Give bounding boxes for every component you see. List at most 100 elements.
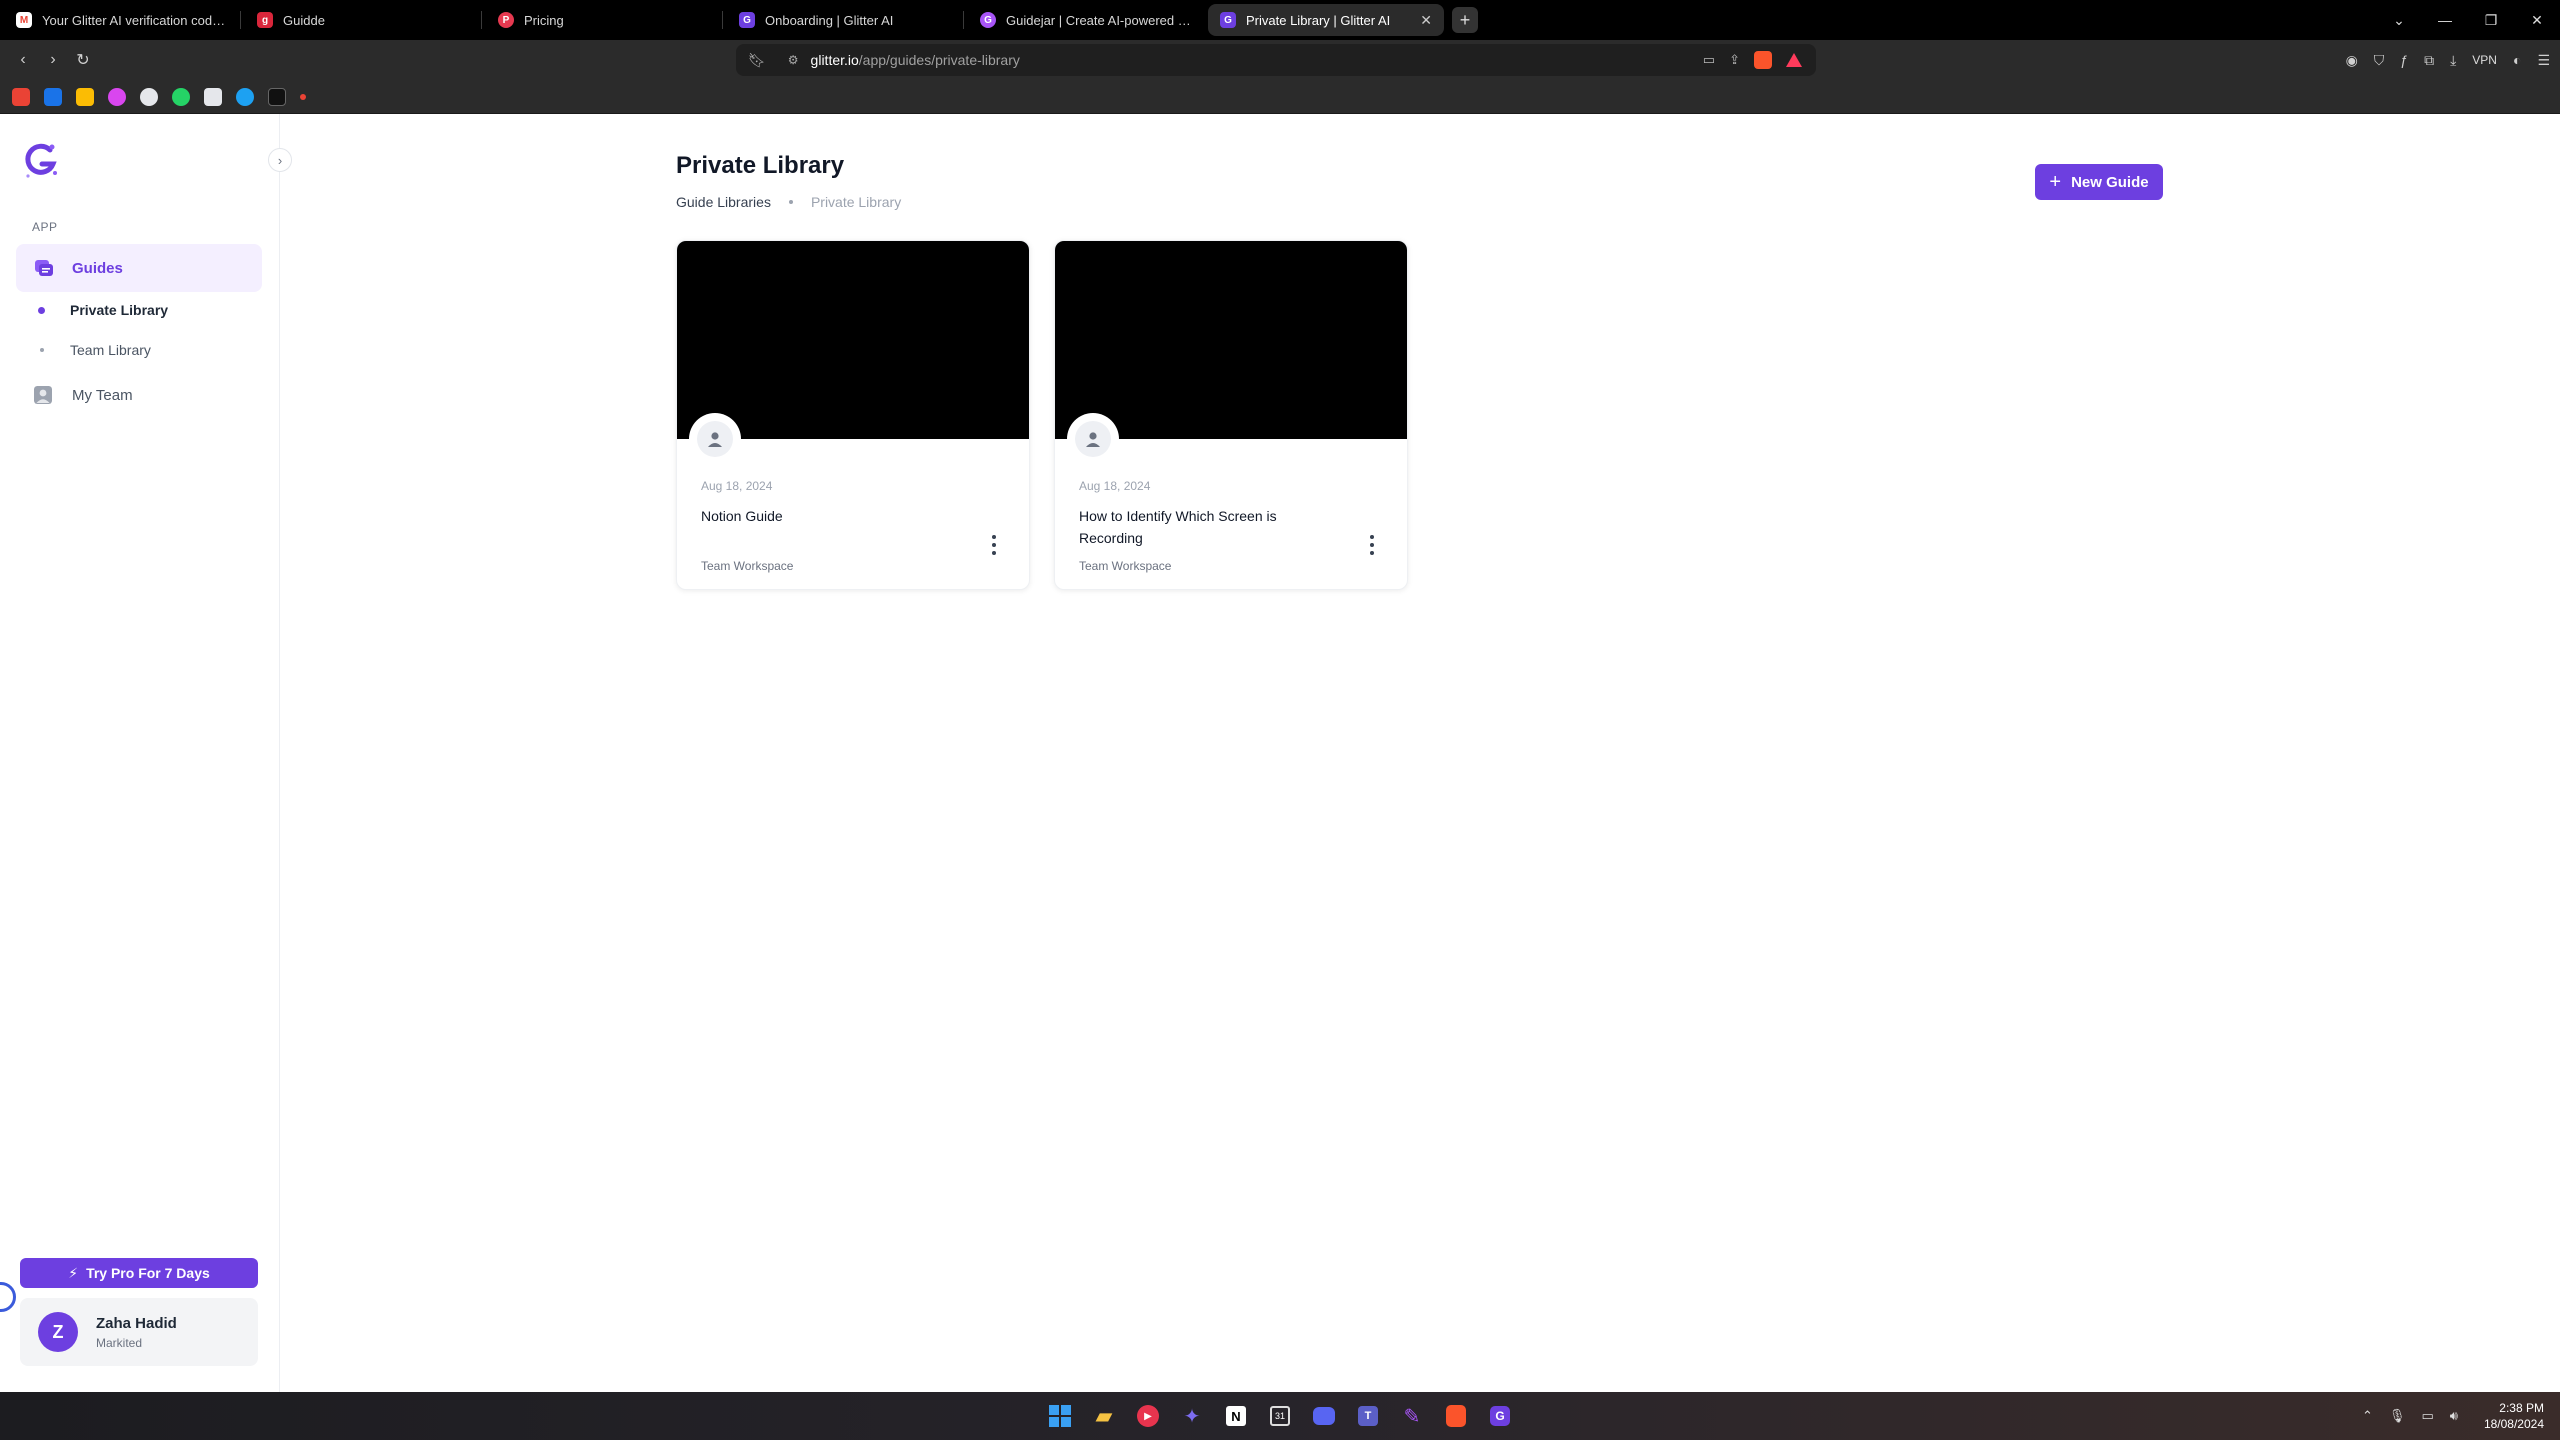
user-workspace: Markited [96,1335,143,1350]
vpn-button[interactable]: VPN [2472,53,2497,67]
app-bookmark-icon[interactable] [268,87,286,106]
sidebar-item-my-team[interactable]: My Team [34,386,133,404]
brave-browser-icon[interactable] [1440,1400,1472,1432]
whatsapp-bookmark-icon[interactable] [172,87,190,106]
app-bookmark-icon[interactable] [108,87,126,106]
feather-app-icon[interactable]: ✎ [1396,1400,1428,1432]
system-tray: ⌃ 🎙︎ ▭ 🔊︎ 2:38 PM 18/08/2024 [2362,1392,2544,1440]
volume-icon[interactable]: 🔊︎ [2450,1408,2458,1424]
back-icon[interactable]: ‹ [8,51,38,69]
guide-card[interactable]: Aug 18, 2024 Notion Guide Team Workspace [676,240,1030,590]
glitter-capture-icon[interactable]: G [1484,1400,1516,1432]
plus-icon: + [2049,170,2062,193]
shield-icon[interactable]: ⛉ [2374,52,2385,69]
team-icon [34,386,52,404]
browser-tab-active[interactable]: G Private Library | Glitter AI ✕ [1208,4,1444,36]
gmail-icon: M [16,12,32,28]
tab-list-chevron-icon[interactable]: ⌄ [2376,12,2422,29]
glitter-icon: G [1220,12,1236,28]
guide-workspace: Team Workspace [701,559,794,573]
dot-icon [40,348,44,352]
puzzle-icon[interactable]: ⧉ [2424,52,2434,69]
guidde-icon: g [257,12,273,28]
file-explorer-icon[interactable]: ▰ [1088,1400,1120,1432]
address-bar[interactable]: 🔖︎ ⚙ glitter.io/app/guides/private-libra… [736,44,1816,76]
font-icon[interactable]: ƒ [2400,52,2408,68]
breadcrumb-separator [788,200,793,204]
app-bookmark-icon[interactable] [300,93,306,100]
sidebar-item-team-library[interactable]: Team Library [38,342,151,358]
tab-title: Your Glitter AI verification code - pa [42,12,228,28]
browser-tab[interactable]: P Pricing [486,4,722,36]
sidebar-item-private-library[interactable]: Private Library [38,302,168,318]
guide-title[interactable]: Notion Guide [701,505,941,527]
calendar-app-icon[interactable]: 31 [1264,1400,1296,1432]
app-bookmark-icon[interactable] [140,87,158,106]
browser-tab[interactable]: M Your Glitter AI verification code - pa [4,4,240,36]
close-window-icon[interactable]: ✕ [2514,12,2560,29]
download-icon[interactable]: ⤓ [2450,52,2456,69]
guide-thumbnail[interactable] [677,241,1029,439]
sidebar-item-guides[interactable]: Guides [16,244,262,292]
brave-rewards-icon[interactable] [1786,53,1802,67]
guide-thumbnail[interactable] [1055,241,1407,439]
section-label: APP [32,220,58,234]
pricing-icon: P [498,12,514,28]
gmail-bookmark-icon[interactable] [12,87,30,106]
minimize-icon[interactable]: — [2422,12,2468,28]
user-profile-card[interactable]: Z Zaha Hadid Markited [20,1298,258,1366]
copilot-icon[interactable]: ✦ [1176,1400,1208,1432]
bookmark-icon[interactable]: 🔖︎ [748,52,766,69]
app-viewport: APP Guides Private Library Team Library [0,114,2560,1392]
new-tab-button[interactable]: + [1452,7,1478,33]
profile-icon[interactable]: ◐ [2513,52,2521,68]
browser-tab[interactable]: G Guidejar | Create AI-powered step-b [968,4,1204,36]
breadcrumb-guide-libraries[interactable]: Guide Libraries [676,194,771,210]
guide-title[interactable]: How to Identify Which Screen is Recordin… [1079,505,1319,549]
taskbar-clock[interactable]: 2:38 PM 18/08/2024 [2484,1400,2544,1432]
chatgpt-bookmark-icon[interactable] [204,87,222,106]
media-player-icon[interactable]: ▶ [1132,1400,1164,1432]
browser-tab[interactable]: g Guidde [245,4,481,36]
restore-icon[interactable]: ❐ [2468,12,2514,29]
brave-shields-icon[interactable] [1754,51,1772,69]
share-icon[interactable]: ⇪ [1729,52,1740,68]
reload-icon[interactable]: ↻ [68,50,98,70]
guides-icon [35,260,53,276]
collapse-sidebar-chevron-icon[interactable]: › [268,148,292,172]
guide-card[interactable]: Aug 18, 2024 How to Identify Which Scree… [1054,240,1408,590]
menu-icon[interactable]: ☰ [2537,52,2550,69]
new-guide-button[interactable]: + New Guide [2035,164,2163,200]
more-options-icon[interactable] [987,533,1001,557]
close-tab-icon[interactable]: ✕ [1414,12,1432,29]
forward-icon[interactable]: › [38,51,68,69]
breadcrumb: Guide Libraries Private Library [676,194,901,210]
teams-icon[interactable]: T [1352,1400,1384,1432]
try-pro-button[interactable]: ⚡︎ Try Pro For 7 Days [20,1258,258,1288]
tab-separator [963,11,964,29]
extension-icon[interactable]: ◉ [2346,52,2358,69]
site-settings-icon[interactable]: ⚙ [788,53,799,67]
network-icon[interactable]: ▭ [2421,1408,2433,1424]
notion-icon[interactable]: N [1220,1400,1252,1432]
more-options-icon[interactable] [1365,533,1379,557]
discord-icon[interactable] [1308,1400,1340,1432]
floating-ring-icon[interactable] [0,1282,16,1312]
try-pro-label: Try Pro For 7 Days [86,1265,210,1281]
tab-title: Onboarding | Glitter AI [765,12,894,28]
app-bookmark-icon[interactable] [236,87,254,106]
sidebar-item-label: My Team [72,386,133,404]
author-avatar [697,421,733,457]
windows-start-icon[interactable] [1044,1400,1076,1432]
browser-tab[interactable]: G Onboarding | Glitter AI [727,4,963,36]
cast-icon[interactable]: ▭ [1703,52,1715,68]
guide-date: Aug 18, 2024 [701,479,773,493]
new-guide-label: New Guide [2071,173,2149,191]
main-content: Private Library Guide Libraries Private … [280,114,2560,1392]
calendar-bookmark-icon[interactable] [44,87,62,106]
url-path: /app/guides/private-library [858,52,1020,68]
toolbar-extensions: ◉ ⛉ ƒ ⧉ ⤓ VPN ◐ ☰ [2346,40,2550,80]
microphone-icon[interactable]: 🎙︎ [2389,1408,2406,1424]
drive-bookmark-icon[interactable] [76,87,94,106]
tray-chevron-up-icon[interactable]: ⌃ [2362,1408,2373,1424]
